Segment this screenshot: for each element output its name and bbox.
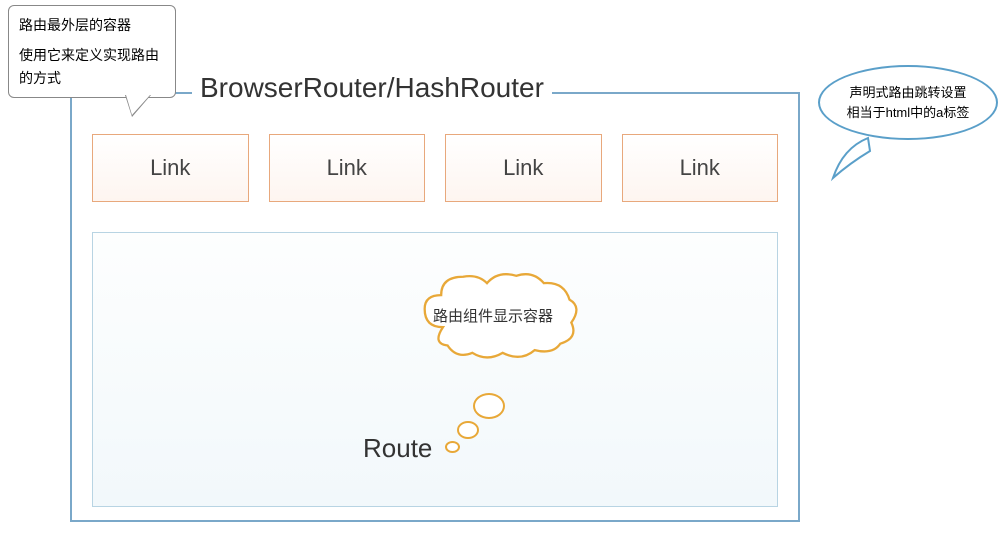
link-box-4: Link — [622, 134, 779, 202]
callout-right-line2: 相当于html中的a标签 — [847, 103, 970, 123]
thought-bubble-2 — [457, 421, 479, 439]
speech-bubble: 声明式路由跳转设置 相当于html中的a标签 — [818, 65, 998, 140]
speech-tail-icon — [828, 133, 878, 183]
link-row: Link Link Link Link — [92, 134, 778, 202]
link-box-1: Link — [92, 134, 249, 202]
router-container-box: BrowserRouter/HashRouter Link Link Link … — [70, 92, 800, 522]
link-box-2: Link — [269, 134, 426, 202]
thought-bubble-3 — [445, 441, 460, 453]
router-title: BrowserRouter/HashRouter — [192, 72, 552, 104]
thought-bubble-1 — [473, 393, 505, 419]
link-box-3: Link — [445, 134, 602, 202]
route-display-area: 路由组件显示容器 Route — [92, 232, 778, 507]
cloud-label: 路由组件显示容器 — [433, 305, 553, 326]
callout-text-line1: 路由最外层的容器 — [19, 14, 165, 36]
callout-router-container: 路由最外层的容器 使用它来定义实现路由的方式 — [8, 5, 176, 98]
callout-text-line2: 使用它来定义实现路由的方式 — [19, 44, 165, 89]
callout-link-description: 声明式路由跳转设置 相当于html中的a标签 — [818, 65, 998, 155]
callout-right-line1: 声明式路由跳转设置 — [847, 83, 970, 103]
route-label: Route — [363, 433, 432, 464]
